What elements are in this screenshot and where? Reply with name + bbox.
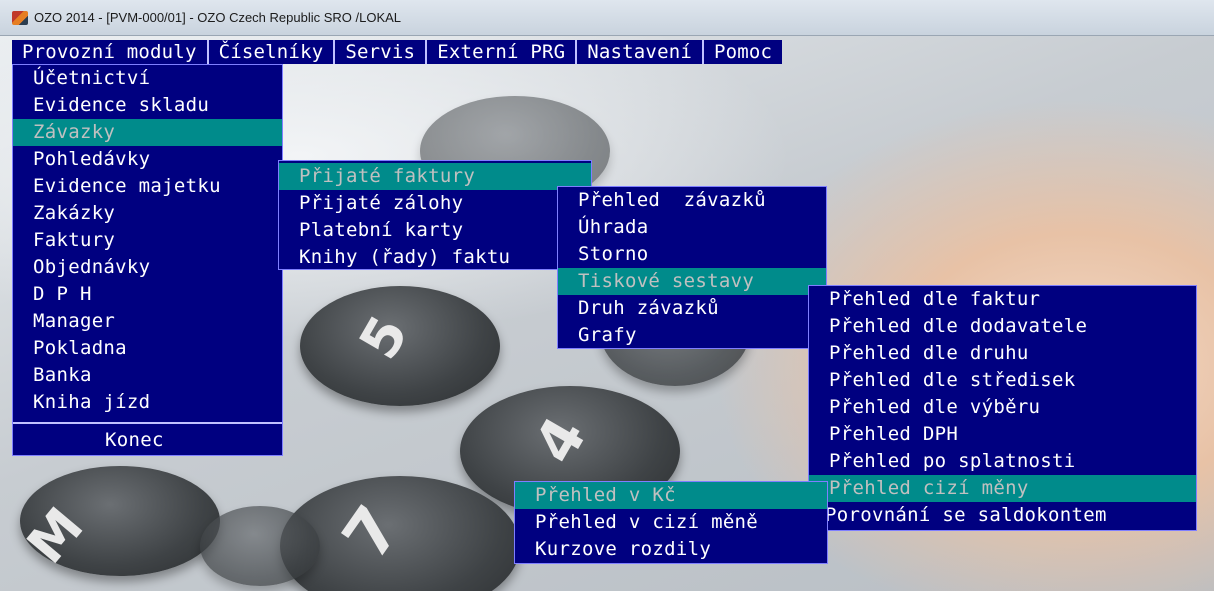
dropdown-prehled-cizi-meny: Přehled v Kč Přehled v cizí měně Kurzove… bbox=[514, 481, 828, 564]
menu-item-manager[interactable]: Manager bbox=[13, 308, 282, 335]
menu-item-kurzove-rozdily[interactable]: Kurzove rozdily bbox=[515, 536, 827, 563]
menu-item-prehled-dph[interactable]: Přehled DPH bbox=[809, 421, 1196, 448]
window-title-bar: OZO 2014 - [PVM-000/01] - OZO Czech Repu… bbox=[0, 0, 1214, 36]
menu-item-tiskove-sestavy[interactable]: Tiskové sestavy bbox=[558, 268, 826, 295]
menu-nastaveni[interactable]: Nastavení bbox=[577, 40, 704, 64]
menu-item-prijate-zalohy[interactable]: Přijaté zálohy bbox=[279, 190, 591, 217]
menu-item-prehled-po-splatnosti[interactable]: Přehled po splatnosti bbox=[809, 448, 1196, 475]
menu-item-prehled-dle-faktur[interactable]: Přehled dle faktur bbox=[809, 286, 1196, 313]
menu-item-prehled-v-cizi-mene[interactable]: Přehled v cizí měně bbox=[515, 509, 827, 536]
dropdown-prijate-faktury: Přehled závazků Úhrada Storno Tiskové se… bbox=[557, 186, 827, 349]
menu-item-prehled-dle-vyberu[interactable]: Přehled dle výběru bbox=[809, 394, 1196, 421]
menu-item-ucetnictvi[interactable]: Účetnictví bbox=[13, 65, 282, 92]
menu-item-porovnani-se-saldokontem[interactable]: Porovnání se saldokontem bbox=[809, 502, 1196, 529]
menu-item-prehled-dle-stredisek[interactable]: Přehled dle středisek bbox=[809, 367, 1196, 394]
menu-item-pohledavky[interactable]: Pohledávky bbox=[13, 146, 282, 173]
main-menu-bar: Provozní moduly Číselníky Servis Externí… bbox=[12, 40, 783, 64]
menu-item-storno[interactable]: Storno bbox=[558, 241, 826, 268]
menu-item-dph[interactable]: D P H bbox=[13, 281, 282, 308]
dropdown-provozni-moduly: Účetnictví Evidence skladu Závazky Pohle… bbox=[12, 64, 283, 456]
menu-item-konec[interactable]: Konec bbox=[13, 427, 282, 454]
menu-item-prehled-zavazku[interactable]: Přehled závazků bbox=[558, 187, 826, 214]
menu-externi-prg[interactable]: Externí PRG bbox=[427, 40, 578, 64]
menu-item-prijate-faktury[interactable]: Přijaté faktury bbox=[279, 163, 591, 190]
menu-item-evidence-skladu[interactable]: Evidence skladu bbox=[13, 92, 282, 119]
menu-item-faktury[interactable]: Faktury bbox=[13, 227, 282, 254]
menu-item-prehled-dle-dodavatele[interactable]: Přehled dle dodavatele bbox=[809, 313, 1196, 340]
menu-item-grafy[interactable]: Grafy bbox=[558, 322, 826, 349]
dropdown-zavazky: Přijaté faktury Přijaté zálohy Platební … bbox=[278, 160, 592, 270]
calculator-key bbox=[200, 506, 320, 586]
menu-item-banka[interactable]: Banka bbox=[13, 362, 282, 389]
menu-provozni-moduly[interactable]: Provozní moduly bbox=[12, 40, 209, 64]
menu-servis[interactable]: Servis bbox=[335, 40, 428, 64]
menu-item-prehled-dle-druhu[interactable]: Přehled dle druhu bbox=[809, 340, 1196, 367]
menu-item-pokladna[interactable]: Pokladna bbox=[13, 335, 282, 362]
menu-item-kniha-jizd[interactable]: Kniha jízd bbox=[13, 389, 282, 416]
menu-item-knihy-rady-faktur[interactable]: Knihy (řady) faktu bbox=[279, 244, 591, 271]
menu-item-prehled-v-kc[interactable]: Přehled v Kč bbox=[515, 482, 827, 509]
menu-item-zavazky[interactable]: Závazky bbox=[13, 119, 282, 146]
menu-item-platebni-karty[interactable]: Platební karty bbox=[279, 217, 591, 244]
menu-item-druh-zavazku[interactable]: Druh závazků bbox=[558, 295, 826, 322]
menu-ciselniky[interactable]: Číselníky bbox=[209, 40, 336, 64]
window-title: OZO 2014 - [PVM-000/01] - OZO Czech Repu… bbox=[34, 10, 402, 25]
menu-item-uhrada[interactable]: Úhrada bbox=[558, 214, 826, 241]
app-icon bbox=[12, 11, 28, 25]
menu-item-prehled-cizi-meny[interactable]: Přehled cizí měny bbox=[809, 475, 1196, 502]
menu-item-evidence-majetku[interactable]: Evidence majetku bbox=[13, 173, 282, 200]
menu-separator bbox=[13, 422, 282, 424]
menu-item-objednavky[interactable]: Objednávky bbox=[13, 254, 282, 281]
dropdown-tiskove-sestavy: Přehled dle faktur Přehled dle dodavatel… bbox=[808, 285, 1197, 531]
menu-item-zakazky[interactable]: Zakázky bbox=[13, 200, 282, 227]
menu-pomoc[interactable]: Pomoc bbox=[704, 40, 782, 64]
